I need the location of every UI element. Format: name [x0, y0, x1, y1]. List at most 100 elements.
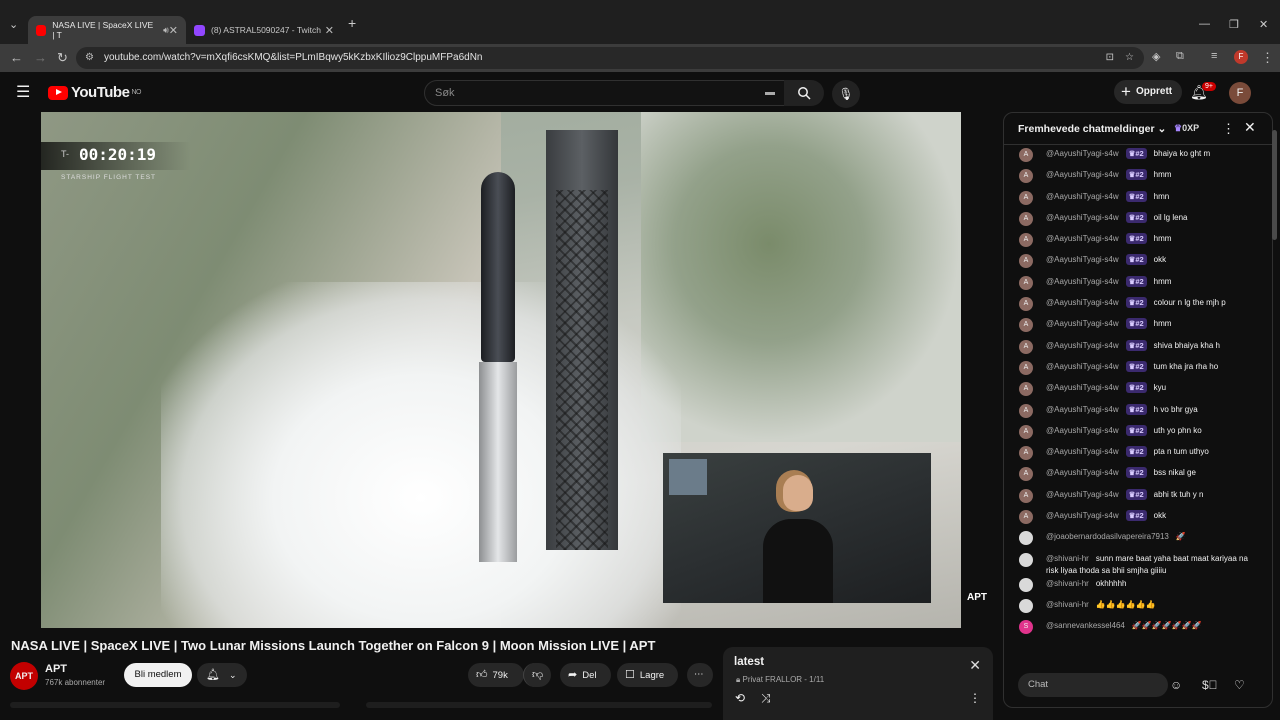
- close-tab-icon[interactable]: ✕: [325, 24, 334, 37]
- profile-icon[interactable]: F: [1234, 50, 1248, 64]
- super-chat-icon[interactable]: $⃞: [1202, 678, 1218, 692]
- search-button[interactable]: [784, 80, 824, 106]
- chat-author-avatar[interactable]: A: [1019, 403, 1033, 418]
- playlist-menu-icon[interactable]: ⋮: [969, 691, 981, 705]
- bookmark-star-icon[interactable]: ☆: [1125, 47, 1134, 69]
- chat-author-avatar[interactable]: S: [1019, 620, 1033, 635]
- chat-author-avatar[interactable]: A: [1019, 169, 1033, 184]
- like-button[interactable]: 👍︎ 79k: [468, 663, 524, 687]
- share-button[interactable]: ➦ Del: [560, 663, 611, 687]
- chat-author-name[interactable]: @AayushiTyagi-s4w: [1046, 319, 1119, 328]
- chat-mode-selector[interactable]: Fremhevede chatmeldinger ⌄: [1018, 123, 1166, 135]
- browser-menu-icon[interactable]: ⋮: [1261, 50, 1274, 66]
- chat-author-avatar[interactable]: A: [1019, 339, 1033, 354]
- chat-author-name[interactable]: @joaobernardodasilvapereira7913: [1046, 532, 1169, 541]
- chat-author-avatar[interactable]: A: [1019, 275, 1033, 290]
- chat-author-avatar[interactable]: A: [1019, 360, 1033, 375]
- heart-icon[interactable]: ♡: [1234, 678, 1245, 692]
- forward-icon[interactable]: →: [34, 50, 47, 65]
- tab-twitch[interactable]: (8) ASTRAL5090247 - Twitch ✕: [186, 16, 342, 44]
- search-input[interactable]: Søk ▬: [424, 80, 786, 106]
- chat-message-list[interactable]: A @AayushiTyagi-s4w ♛#2 bhaiya ko ght m A @Aa…: [1004, 147, 1272, 667]
- emoji-icon[interactable]: ☺: [1170, 678, 1182, 692]
- chat-author-avatar[interactable]: A: [1019, 510, 1033, 525]
- restore-icon[interactable]: ❐: [1229, 18, 1239, 31]
- site-info-icon[interactable]: ⚙︎: [85, 47, 94, 69]
- media-control-icon[interactable]: ≡: [1211, 50, 1217, 62]
- dislike-button[interactable]: 👎︎: [523, 663, 551, 687]
- chat-author-name[interactable]: @AayushiTyagi-s4w: [1046, 341, 1119, 350]
- hamburger-menu-icon[interactable]: ☰: [16, 82, 30, 102]
- voice-search-button[interactable]: 🎙︎: [832, 80, 860, 108]
- minimize-icon[interactable]: —: [1199, 18, 1210, 30]
- chat-author-avatar[interactable]: A: [1019, 467, 1033, 482]
- keyboard-icon[interactable]: ▬: [765, 81, 775, 105]
- chat-author-name[interactable]: @AayushiTyagi-s4w: [1046, 277, 1119, 286]
- tab-youtube[interactable]: NASA LIVE | SpaceX LIVE | T 🔊︎ ✕: [28, 16, 186, 44]
- reload-icon[interactable]: ↻: [57, 50, 68, 66]
- chat-menu-icon[interactable]: ⋮: [1222, 121, 1235, 137]
- chat-author-name[interactable]: @AayushiTyagi-s4w: [1046, 213, 1119, 222]
- address-bar[interactable]: ⚙︎ youtube.com/watch?v=mXqfi6csKMQ&list=…: [76, 47, 1144, 69]
- loop-icon[interactable]: ⟲: [735, 691, 745, 705]
- chat-author-name[interactable]: @AayushiTyagi-s4w: [1046, 298, 1119, 307]
- chat-author-avatar[interactable]: A: [1019, 446, 1033, 461]
- chat-author-name[interactable]: @AayushiTyagi-s4w: [1046, 490, 1119, 499]
- chat-author-name[interactable]: @sannevankessel464: [1046, 621, 1125, 630]
- xp-badge[interactable]: ♛0XP: [1174, 123, 1199, 134]
- shuffle-icon[interactable]: ⤨: [761, 691, 771, 706]
- chat-author-avatar[interactable]: A: [1019, 382, 1033, 397]
- chat-author-name[interactable]: @AayushiTyagi-s4w: [1046, 192, 1119, 201]
- chat-author-name[interactable]: @AayushiTyagi-s4w: [1046, 447, 1119, 456]
- close-tab-icon[interactable]: ✕: [169, 24, 178, 37]
- chat-author-name[interactable]: @AayushiTyagi-s4w: [1046, 426, 1119, 435]
- chat-input[interactable]: Chat: [1018, 673, 1168, 697]
- create-button[interactable]: + Opprett: [1114, 80, 1182, 104]
- chat-author-avatar[interactable]: A: [1019, 318, 1033, 333]
- chat-author-avatar[interactable]: A: [1019, 424, 1033, 439]
- more-actions-button[interactable]: ⋯: [687, 663, 713, 687]
- chat-author-name[interactable]: @AayushiTyagi-s4w: [1046, 511, 1119, 520]
- chat-author-name[interactable]: @shivani-hr: [1046, 600, 1089, 609]
- new-tab-icon[interactable]: +: [348, 15, 356, 31]
- chat-author-avatar[interactable]: A: [1019, 148, 1033, 162]
- video-player[interactable]: T- 00:20:19 STARSHIP FLIGHT TEST: [41, 112, 961, 628]
- chat-author-avatar[interactable]: A: [1019, 190, 1033, 205]
- chat-author-name[interactable]: @AayushiTyagi-s4w: [1046, 234, 1119, 243]
- chat-author-name[interactable]: @AayushiTyagi-s4w: [1046, 405, 1119, 414]
- account-avatar[interactable]: F: [1229, 82, 1251, 104]
- save-button[interactable]: ☐ Lagre: [617, 663, 678, 687]
- chat-author-name[interactable]: @AayushiTyagi-s4w: [1046, 468, 1119, 477]
- chat-author-avatar[interactable]: A: [1019, 211, 1033, 226]
- install-app-icon[interactable]: ⊡: [1106, 47, 1114, 69]
- channel-avatar[interactable]: APT: [10, 662, 38, 690]
- chat-author-avatar[interactable]: [1019, 598, 1033, 613]
- chat-author-name[interactable]: @shivani-hr: [1046, 579, 1089, 588]
- chat-author-name[interactable]: @AayushiTyagi-s4w: [1046, 362, 1119, 371]
- chat-author-avatar[interactable]: [1019, 531, 1033, 546]
- chat-author-avatar[interactable]: A: [1019, 297, 1033, 312]
- chat-author-avatar[interactable]: A: [1019, 488, 1033, 503]
- extension-icon[interactable]: ◈: [1152, 50, 1160, 63]
- tab-search-icon[interactable]: ⌄: [9, 18, 18, 31]
- chat-author-avatar[interactable]: A: [1019, 254, 1033, 269]
- playlist-title[interactable]: latest: [734, 656, 764, 668]
- youtube-logo[interactable]: YouTube NO: [48, 84, 141, 101]
- close-playlist-icon[interactable]: ✕: [969, 657, 981, 674]
- chat-author-name[interactable]: @AayushiTyagi-s4w: [1046, 383, 1119, 392]
- chat-author-name[interactable]: @AayushiTyagi-s4w: [1046, 149, 1119, 158]
- chat-author-avatar[interactable]: [1019, 552, 1033, 567]
- channel-name[interactable]: APT: [45, 663, 67, 675]
- notification-settings-button[interactable]: 🔔︎ ⌄: [197, 663, 247, 687]
- page-scrollbar[interactable]: [1272, 130, 1277, 240]
- back-icon[interactable]: ←: [10, 50, 23, 65]
- chat-author-name[interactable]: @AayushiTyagi-s4w: [1046, 255, 1119, 264]
- chat-author-name[interactable]: @AayushiTyagi-s4w: [1046, 170, 1119, 179]
- puzzle-icon[interactable]: ⧉: [1176, 50, 1184, 63]
- chat-author-avatar[interactable]: A: [1019, 233, 1033, 248]
- close-window-icon[interactable]: ✕: [1259, 18, 1268, 31]
- join-button[interactable]: Bli medlem: [124, 663, 192, 687]
- close-chat-icon[interactable]: ✕: [1244, 119, 1256, 136]
- chat-author-avatar[interactable]: [1019, 577, 1033, 592]
- chat-author-name[interactable]: @shivani-hr: [1046, 554, 1089, 563]
